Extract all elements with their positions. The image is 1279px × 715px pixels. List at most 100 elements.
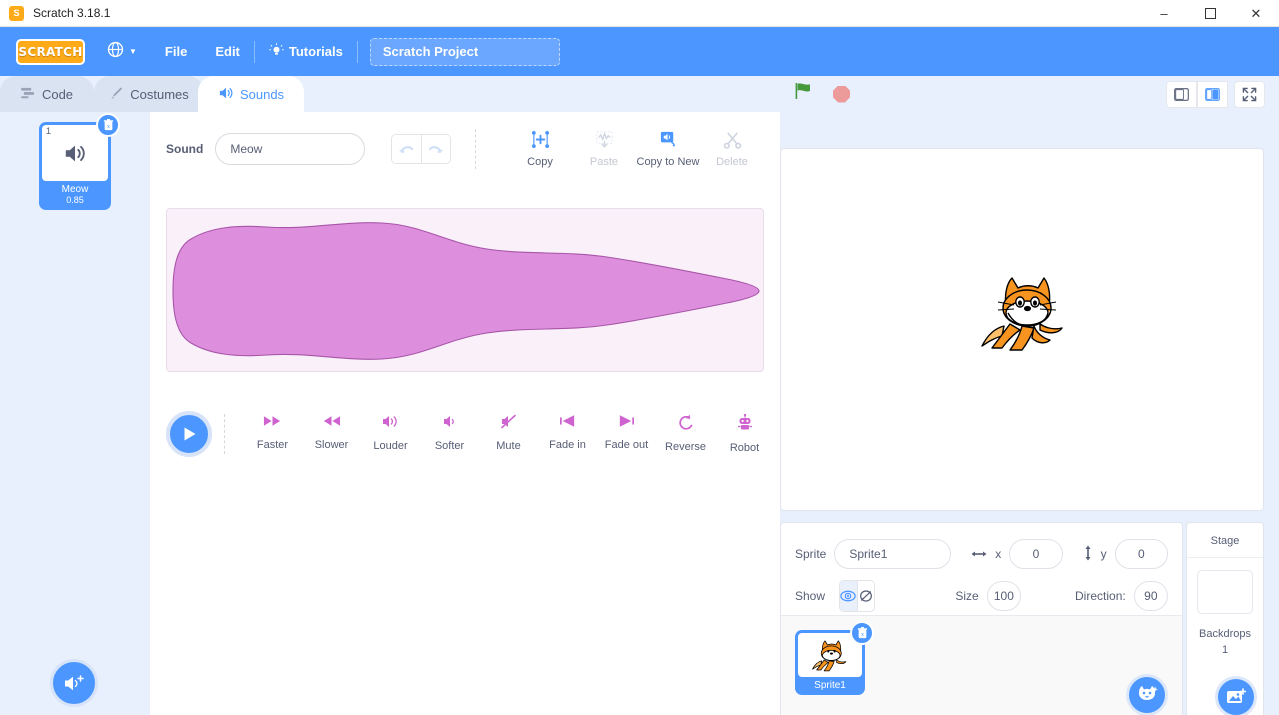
effect-robot-label: Robot <box>729 442 760 454</box>
volume-down-icon <box>442 414 458 433</box>
delete-selection-button[interactable]: Delete <box>700 130 764 168</box>
svg-text:x: x <box>861 632 864 638</box>
show-visible-button[interactable] <box>840 581 857 611</box>
paste-button[interactable]: Paste <box>572 130 636 168</box>
small-stage-button[interactable] <box>1166 80 1197 108</box>
edit-menu[interactable]: Edit <box>201 27 254 76</box>
undo-redo-group <box>390 134 451 164</box>
size-label: Size <box>955 589 979 603</box>
undo-button[interactable] <box>391 135 421 163</box>
paste-icon <box>595 130 614 152</box>
waveform-display[interactable] <box>166 208 764 372</box>
stage-column: Sprite Sprite1 x 0 y 0 Show Size 100 Dir… <box>780 80 1279 715</box>
effect-reverse-label: Reverse <box>665 441 706 453</box>
stage-size-controls <box>1166 80 1265 108</box>
maximize-button[interactable] <box>1187 0 1233 27</box>
sprite-name-input[interactable]: Sprite1 <box>834 539 952 569</box>
copy-icon <box>531 130 550 152</box>
language-menu[interactable]: ▼ <box>93 27 151 76</box>
direction-label: Direction: <box>1075 589 1126 603</box>
paste-label: Paste <box>589 156 619 168</box>
tab-code[interactable]: Code <box>0 76 94 112</box>
sprite-info: Sprite Sprite1 x 0 y 0 Show Size 100 Dir… <box>781 523 1182 613</box>
effect-fade-out-label: Fade out <box>604 439 649 451</box>
copy-to-new-button[interactable]: Copy to New <box>636 130 700 168</box>
vertical-arrow-icon <box>1083 545 1093 564</box>
effects-divider <box>224 414 225 454</box>
sprite-row-2: Show Size 100 Direction: 90 <box>795 579 1169 613</box>
size-input[interactable]: 100 <box>986 581 1022 611</box>
stop-sign-icon[interactable] <box>833 85 850 103</box>
sprite-card[interactable]: Sprite1 x <box>795 621 874 695</box>
effect-robot[interactable]: Robot <box>715 413 774 454</box>
volume-up-icon <box>381 414 401 433</box>
sound-tools: Copy Paste Copy to New Delete <box>508 130 764 168</box>
tab-costumes[interactable]: Costumes <box>94 76 204 112</box>
mute-icon <box>500 414 517 433</box>
robot-icon <box>737 413 753 435</box>
effects-list: Faster Slower Louder Softer Mute Fade in… <box>243 413 774 454</box>
show-hidden-button[interactable] <box>856 581 875 611</box>
sound-index: 1 <box>46 126 52 136</box>
tutorials-menu[interactable]: Tutorials <box>255 27 357 76</box>
fullscreen-button[interactable] <box>1234 80 1265 108</box>
effect-fade-in[interactable]: Fade in <box>538 414 597 454</box>
copy-to-new-icon <box>659 130 678 152</box>
backdrops-label: Backdrops <box>1199 628 1251 640</box>
sound-duration-label: 0.85 <box>66 195 84 205</box>
minimize-button[interactable]: – <box>1141 0 1187 27</box>
tab-code-label: Code <box>41 86 74 102</box>
sprite-row-1: Sprite Sprite1 x 0 y 0 <box>795 537 1168 571</box>
large-stage-button[interactable] <box>1197 80 1228 108</box>
scratch-logo[interactable]: SCRATCH <box>16 38 85 65</box>
x-input[interactable]: 0 <box>1009 539 1063 569</box>
sound-name-input[interactable]: Meow <box>215 133 365 165</box>
effect-fade-in-label: Fade in <box>549 439 586 451</box>
effect-louder[interactable]: Louder <box>361 414 420 454</box>
backdrops-count: 1 <box>1221 644 1229 656</box>
scratch-menubar: SCRATCH ▼ File Edit Tutorials Scratch Pr… <box>0 27 1279 76</box>
redo-button[interactable] <box>420 135 450 163</box>
chevron-down-icon: ▼ <box>129 47 137 56</box>
delete-sound-button[interactable]: x <box>96 113 120 137</box>
green-flag-icon[interactable] <box>794 81 814 107</box>
effect-faster[interactable]: Faster <box>243 414 302 454</box>
copy-to-new-label: Copy to New <box>636 156 700 168</box>
file-menu[interactable]: File <box>151 27 201 76</box>
stage-canvas[interactable] <box>780 148 1264 511</box>
sprite-card-label: Sprite1 <box>814 680 846 691</box>
play-button[interactable] <box>166 411 212 457</box>
stage-panel-title: Stage <box>1187 523 1263 558</box>
y-input[interactable]: 0 <box>1114 539 1168 569</box>
scissors-icon <box>723 130 742 152</box>
effect-softer[interactable]: Softer <box>420 414 479 454</box>
effect-louder-label: Louder <box>373 440 408 452</box>
sound-effects-row: Faster Slower Louder Softer Mute Fade in… <box>166 404 774 464</box>
sound-list-item[interactable]: 1 Meow 0.85 x <box>39 113 120 210</box>
delete-sprite-button[interactable]: x <box>850 621 874 645</box>
tab-sounds[interactable]: Sounds <box>198 76 304 112</box>
toolbar-divider <box>475 129 476 169</box>
effect-mute[interactable]: Mute <box>479 414 538 454</box>
copy-button[interactable]: Copy <box>508 130 572 168</box>
effect-fade-out[interactable]: Fade out <box>597 414 656 454</box>
show-label: Show <box>795 589 826 603</box>
add-sound-button[interactable] <box>50 659 98 707</box>
cat-sprite-on-stage[interactable] <box>976 272 1072 357</box>
add-sprite-button[interactable] <box>1126 674 1168 715</box>
stage-controls <box>780 76 1279 112</box>
speaker-icon <box>218 86 234 103</box>
window-controls: – ✕ <box>1141 0 1279 27</box>
close-button[interactable]: ✕ <box>1233 0 1279 27</box>
globe-icon <box>107 41 124 63</box>
effect-reverse[interactable]: Reverse <box>656 414 715 454</box>
rewind-icon <box>322 414 341 432</box>
direction-input[interactable]: 90 <box>1133 581 1169 611</box>
effect-slower[interactable]: Slower <box>302 414 361 454</box>
project-title-input[interactable]: Scratch Project <box>369 37 560 66</box>
horizontal-arrow-icon <box>971 547 987 562</box>
x-label: x <box>995 547 1002 561</box>
backdrop-thumbnail[interactable] <box>1197 570 1253 614</box>
sound-name-label: Meow <box>61 184 89 195</box>
add-backdrop-button[interactable] <box>1215 676 1257 715</box>
